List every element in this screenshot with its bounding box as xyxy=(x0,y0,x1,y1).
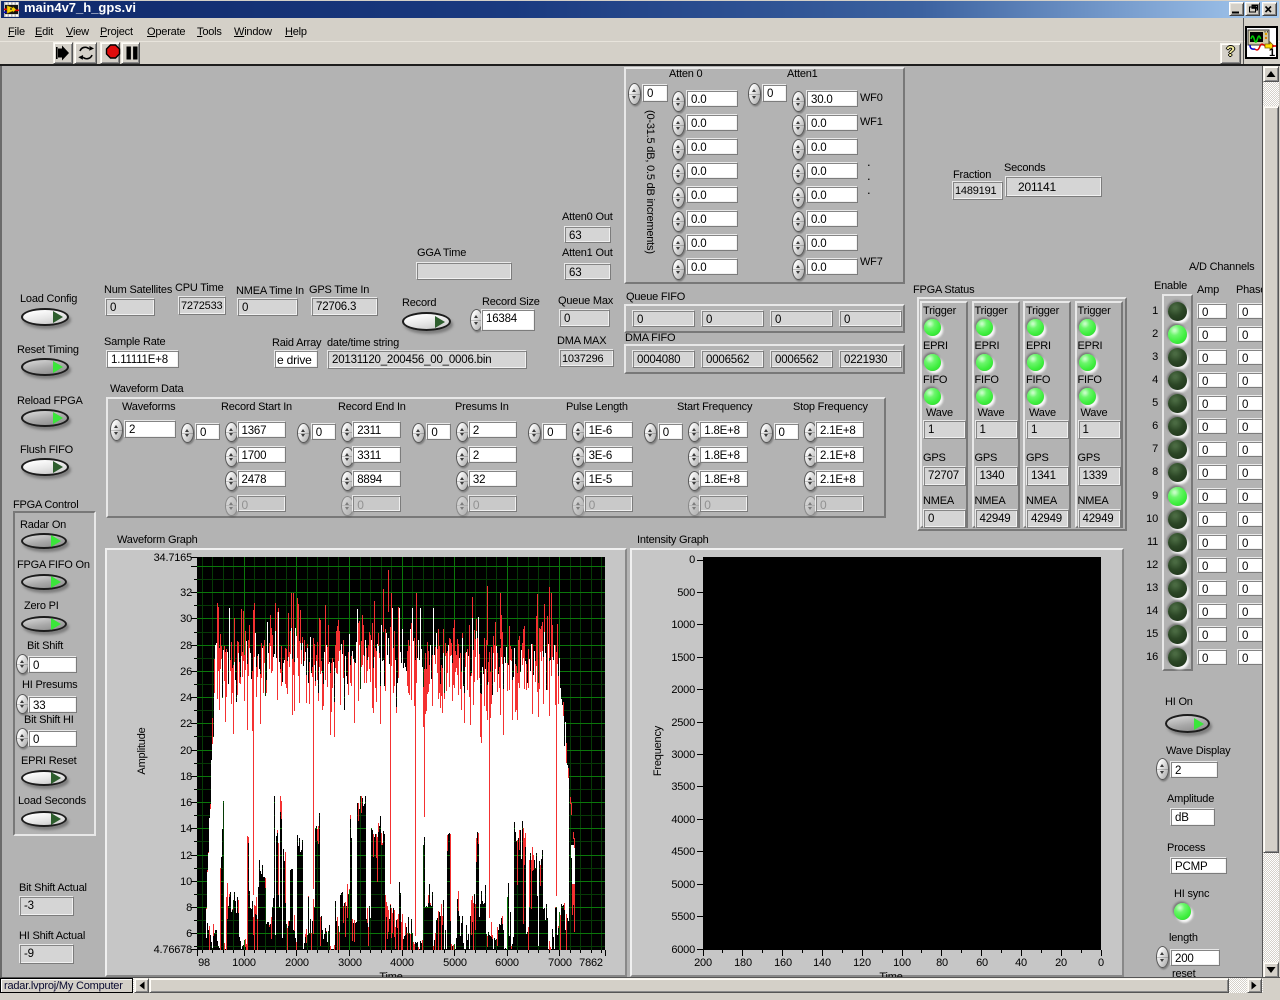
svg-text:1: 1 xyxy=(1269,47,1275,57)
